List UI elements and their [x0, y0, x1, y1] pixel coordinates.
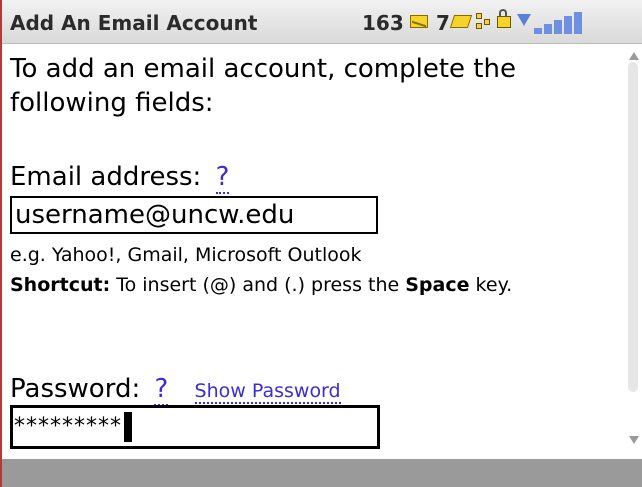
email-field[interactable]: username@uncw.edu [10, 196, 378, 234]
text-cursor [124, 412, 132, 442]
pin-message-icon [449, 15, 473, 28]
password-label: Password: [10, 374, 141, 404]
lock-icon [497, 9, 511, 28]
title-bar: Add An Email Account 163 7 [2, 0, 642, 44]
scroll-up-arrow-icon[interactable] [629, 52, 639, 60]
shortcut-hint: Shortcut: To insert (@) and (.) press th… [10, 272, 610, 298]
scroll-down-arrow-icon[interactable] [629, 436, 639, 444]
window-edge [0, 0, 2, 487]
signal-strength-icon [534, 10, 594, 34]
intro-text: To add an email account, complete the fo… [10, 54, 516, 118]
message-count: 7 [436, 11, 450, 35]
wifi-icon [517, 14, 531, 28]
password-value: ********* [14, 414, 122, 439]
email-label-row: Email address: ? [10, 162, 230, 194]
email-help-link[interactable]: ? [215, 162, 230, 194]
email-count: 163 [362, 11, 404, 35]
shortcut-prefix: Shortcut: [10, 274, 111, 296]
example-text: e.g. Yahoo!, Gmail, Microsoft Outlook [10, 244, 362, 266]
password-label-row: Password: ? Show Password [10, 374, 341, 406]
status-indicators: 163 7 [362, 8, 642, 36]
shortcut-key: Space [405, 274, 470, 296]
shortcut-suffix: key. [469, 274, 513, 296]
form-content: To add an email account, complete the fo… [10, 46, 610, 449]
envelope-icon [410, 15, 428, 28]
password-field[interactable]: ********* [10, 405, 380, 449]
network-icon [476, 13, 492, 30]
show-password-link[interactable]: Show Password [194, 380, 341, 404]
password-help-link[interactable]: ? [154, 374, 169, 406]
bottom-bar [2, 459, 642, 487]
email-label: Email address: [10, 162, 202, 192]
page-title: Add An Email Account [10, 11, 258, 35]
scrollbar[interactable] [627, 52, 639, 454]
shortcut-body: To insert (@) and (.) press the [110, 274, 406, 296]
scroll-thumb[interactable] [628, 62, 638, 392]
